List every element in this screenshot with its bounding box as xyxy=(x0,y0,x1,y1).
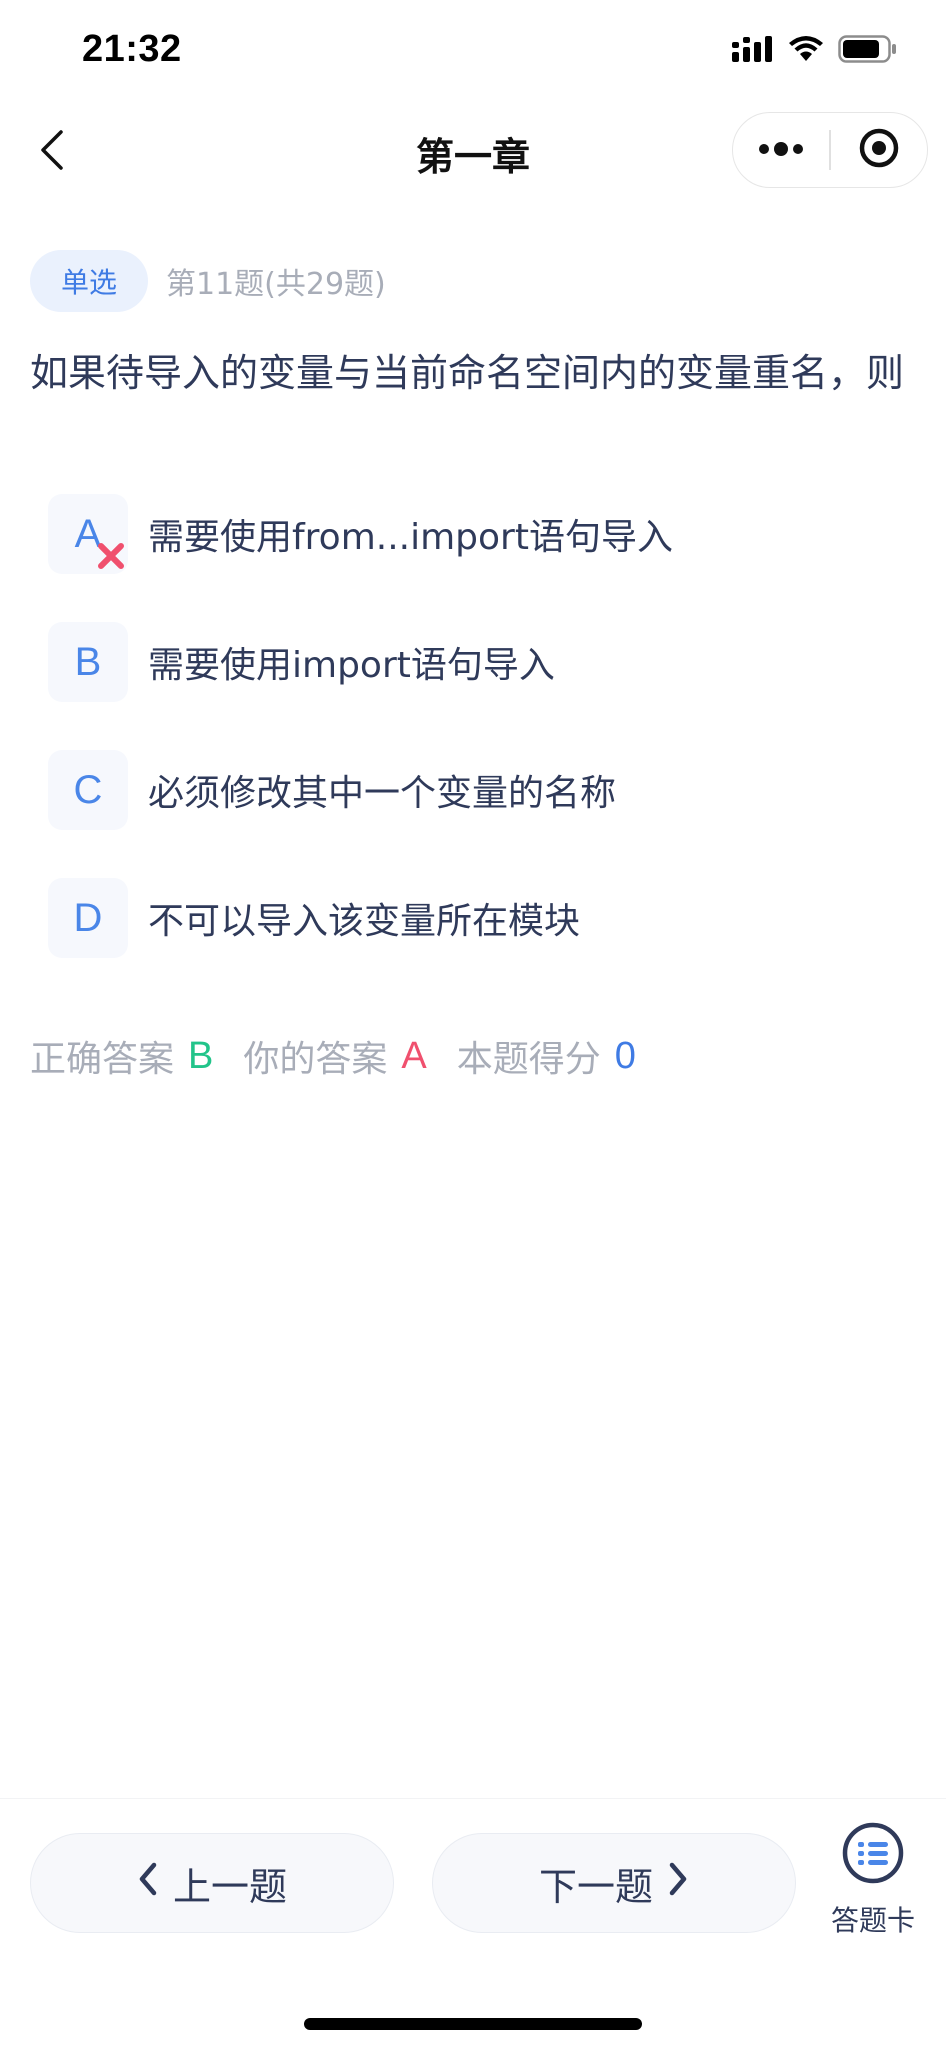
option-b[interactable]: B 需要使用import语句导入 xyxy=(48,622,908,702)
option-d[interactable]: D 不可以导入该变量所在模块 xyxy=(48,878,908,958)
question-text: 如果待导入的变量与当前命名空间内的变量重名，则 xyxy=(30,351,905,395)
prev-question-label: 上一题 xyxy=(172,1864,287,1909)
answer-summary: 正确答案 B 你的答案 A 本题得分 0 xyxy=(30,1030,636,1082)
answer-card-label: 答题卡 xyxy=(830,1904,915,1937)
prev-question-button[interactable]: 上一题 xyxy=(30,1833,394,1933)
option-text: 需要使用from...import语句导入 xyxy=(148,517,673,558)
wifi-icon xyxy=(788,35,824,67)
option-text: 不可以导入该变量所在模块 xyxy=(148,901,581,942)
option-key: B xyxy=(48,622,128,702)
target-circle-icon xyxy=(858,127,900,173)
status-time: 21:32 xyxy=(82,28,182,70)
option-text: 必须修改其中一个变量的名称 xyxy=(148,773,617,814)
option-key: A xyxy=(48,494,128,574)
home-indicator xyxy=(304,2018,642,2030)
option-key-letter: D xyxy=(73,895,103,940)
option-text: 需要使用import语句导入 xyxy=(148,645,555,686)
next-question-label: 下一题 xyxy=(538,1864,653,1909)
option-key: C xyxy=(48,750,128,830)
answer-card-icon xyxy=(841,1821,905,1889)
next-question-button[interactable]: 下一题 xyxy=(432,1833,796,1933)
option-a[interactable]: A 需要使用from...import语句导入 xyxy=(48,494,908,574)
option-c[interactable]: C 必须修改其中一个变量的名称 xyxy=(48,750,908,830)
options-list: A 需要使用from...import语句导入 B 需要使用import语句导入… xyxy=(48,494,908,1006)
cellular-signal-icon xyxy=(732,36,774,66)
more-dots-icon xyxy=(758,141,804,160)
more-button[interactable] xyxy=(733,113,829,187)
correct-answer-value: B xyxy=(188,1034,214,1077)
question-index: 第11题(共29题) xyxy=(166,267,386,302)
close-miniprogram-button[interactable] xyxy=(831,113,927,187)
nav-bar: 第一章 xyxy=(0,104,946,200)
question-type-badge: 单选 xyxy=(30,250,148,312)
status-icons xyxy=(732,34,898,68)
score-label: 本题得分 xyxy=(456,1039,601,1080)
mini-program-capsule xyxy=(732,112,928,188)
option-key-letter: C xyxy=(73,767,103,812)
chevron-right-icon xyxy=(667,1861,689,1906)
bottom-bar: 上一题 下一题 答题卡 xyxy=(0,1798,946,2050)
correct-answer-label: 正确答案 xyxy=(30,1039,175,1080)
battery-icon xyxy=(838,34,898,68)
answer-card-button[interactable]: 答题卡 xyxy=(818,1821,928,1939)
option-key: D xyxy=(48,878,128,958)
option-key-letter: B xyxy=(74,639,102,684)
score-value: 0 xyxy=(614,1034,636,1077)
question-header: 单选 第11题(共29题) xyxy=(30,250,386,312)
status-bar: 21:32 xyxy=(0,0,946,104)
your-answer-value: A xyxy=(401,1034,427,1077)
wrong-mark-icon xyxy=(96,536,126,569)
chevron-left-icon xyxy=(137,1861,159,1906)
your-answer-label: 你的答案 xyxy=(243,1039,388,1080)
